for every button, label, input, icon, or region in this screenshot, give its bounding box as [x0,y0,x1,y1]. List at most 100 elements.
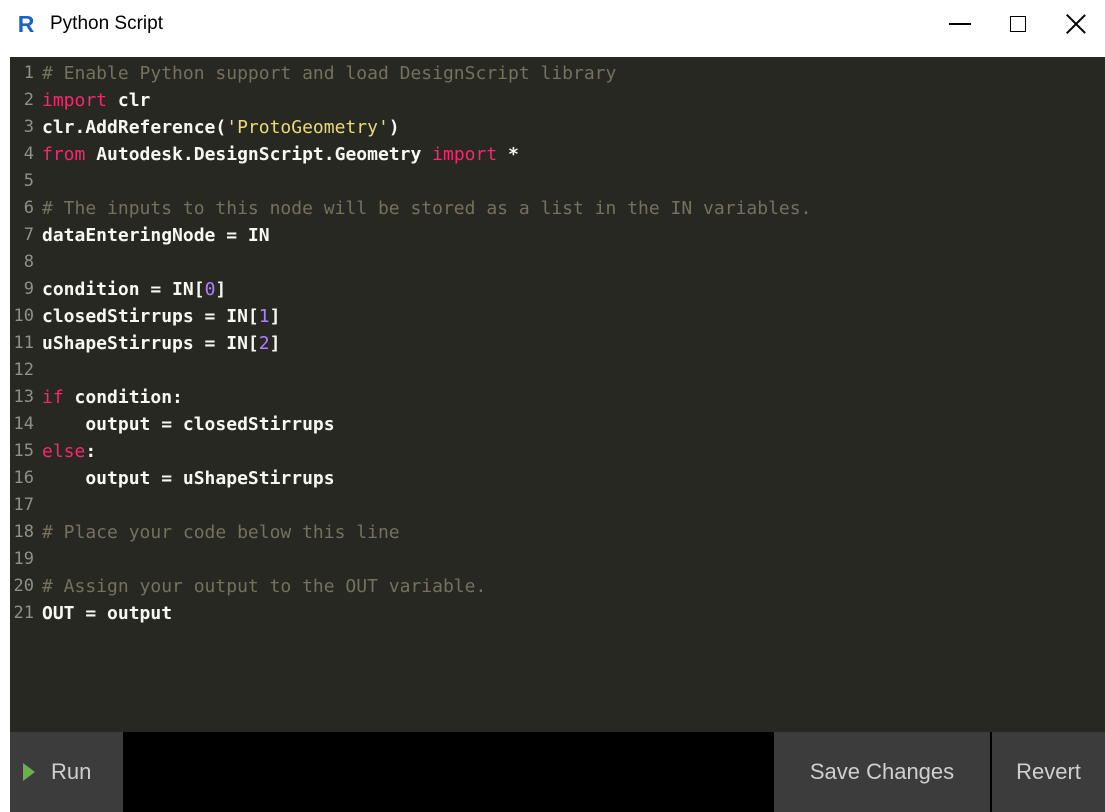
code-editor[interactable]: 1 # Enable Python support and load Design… [10,57,1105,732]
code-token: Autodesk.DesignScript.Geometry [85,144,433,165]
code-line[interactable]: 12 [10,357,1105,384]
minimize-icon [949,23,971,25]
code-line[interactable]: 6 # The inputs to this node will be store… [10,195,1105,222]
line-code: uShapeStirrups = IN[2] [38,330,280,357]
code-line[interactable]: 20 # Assign your output to the OUT variab… [10,573,1105,600]
line-number: 17 [13,495,34,515]
line-code: clr.AddReference('ProtoGeometry') [38,114,400,141]
code-token: 1 [258,306,270,327]
code-token: # Assign your output to the OUT variable… [42,576,487,597]
line-number: 4 [23,144,34,164]
code-line[interactable]: 11 uShapeStirrups = IN[2] [10,330,1105,357]
line-code: from Autodesk.DesignScript.Geometry impo… [38,141,519,168]
code-token: closedStirrups = IN[ [42,306,259,327]
code-token: uShapeStirrups = IN[ [42,333,259,354]
code-line[interactable]: 5 [10,168,1105,195]
line-number: 1 [23,63,34,83]
line-code: if condition: [38,384,183,411]
code-token: 2 [258,333,270,354]
code-token: ) [388,117,400,138]
code-token: 0 [204,279,216,300]
code-line[interactable]: 15 else: [10,438,1105,465]
window-title: Python Script [50,13,163,34]
line-code: dataEnteringNode = IN [38,222,270,249]
line-code: import clr [38,87,150,114]
line-code: # The inputs to this node will be stored… [38,195,811,222]
code-line[interactable]: 8 [10,249,1105,276]
maximize-button[interactable] [989,0,1047,48]
code-line[interactable]: 2 import clr [10,87,1105,114]
code-token: ] [215,279,227,300]
line-number: 11 [13,333,34,353]
code-token: condition = IN[ [42,279,205,300]
code-token: clr [107,90,151,111]
code-line[interactable]: 7 dataEnteringNode = IN [10,222,1105,249]
bottom-toolbar: Run Save Changes Revert [10,732,1105,812]
line-code: # Place your code below this line [38,519,400,546]
code-line[interactable]: 14 output = closedStirrups [10,411,1105,438]
code-token: # Enable Python support and load DesignS… [42,63,617,84]
line-number: 5 [23,171,34,191]
code-token: : [85,441,97,462]
maximize-icon [1010,16,1026,32]
save-changes-label: Save Changes [809,759,955,784]
code-token: output = closedStirrups [42,414,335,435]
line-number: 12 [13,360,34,380]
code-token: dataEnteringNode = IN [42,225,270,246]
code-token: output = uShapeStirrups [42,468,335,489]
code-token: clr.AddReference( [42,117,227,138]
line-number: 8 [23,252,34,272]
code-line[interactable]: 10 closedStirrups = IN[1] [10,303,1105,330]
revit-logo-icon: R [17,11,35,37]
code-token: ] [269,306,281,327]
code-token: OUT = output [42,603,173,624]
window-controls [931,0,1105,48]
code-line[interactable]: 19 [10,546,1105,573]
code-token: from [42,144,86,165]
code-line[interactable]: 17 [10,492,1105,519]
close-icon [1066,14,1086,34]
code-lines: 1 # Enable Python support and load Design… [10,60,1105,627]
code-token: ] [269,333,281,354]
code-token: # The inputs to this node will be stored… [42,198,812,219]
line-code: closedStirrups = IN[1] [38,303,280,330]
run-button[interactable]: Run [10,732,123,812]
line-code: output = closedStirrups [38,411,335,438]
line-code: # Assign your output to the OUT variable… [38,573,486,600]
code-line[interactable]: 9 condition = IN[0] [10,276,1105,303]
line-code: condition = IN[0] [38,276,226,303]
save-changes-button[interactable]: Save Changes [774,732,990,812]
line-number: 20 [13,576,34,596]
code-token: 'ProtoGeometry' [226,117,389,138]
line-number: 3 [23,117,34,137]
close-button[interactable] [1047,0,1105,48]
code-line[interactable]: 3 clr.AddReference('ProtoGeometry') [10,114,1105,141]
code-line[interactable]: 18 # Place your code below this line [10,519,1105,546]
code-token: condition: [63,387,183,408]
line-number: 9 [23,279,34,299]
line-number: 15 [13,441,34,461]
code-token: else [42,441,86,462]
title-bar[interactable]: R Python Script [0,0,1105,48]
line-number: 6 [23,198,34,218]
line-number: 19 [13,549,34,569]
line-code: else: [38,438,96,465]
line-number: 18 [13,522,34,542]
line-number: 16 [13,468,34,488]
code-line[interactable]: 1 # Enable Python support and load Design… [10,60,1105,87]
minimize-button[interactable] [931,0,989,48]
revert-button[interactable]: Revert [992,732,1105,812]
line-code: output = uShapeStirrups [38,465,335,492]
code-line[interactable]: 4 from Autodesk.DesignScript.Geometry imp… [10,141,1105,168]
code-line[interactable]: 21 OUT = output [10,600,1105,627]
line-number: 2 [23,90,34,110]
code-line[interactable]: 13 if condition: [10,384,1105,411]
code-token: * [497,144,519,165]
code-line[interactable]: 16 output = uShapeStirrups [10,465,1105,492]
line-code: # Enable Python support and load DesignS… [38,60,616,87]
play-icon [23,763,35,781]
